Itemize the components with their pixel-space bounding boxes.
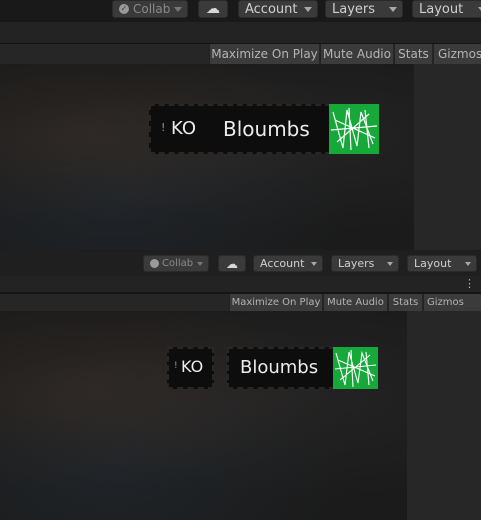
status-text: KO <box>171 118 196 139</box>
layout-dropdown[interactable]: Layout <box>412 0 481 18</box>
editor-panel-top: ✓ Collab ☁ Account Layers Layout Maximiz… <box>0 0 481 250</box>
account-dropdown[interactable]: Account <box>253 255 323 272</box>
mute-audio-button[interactable]: Mute Audio <box>320 44 393 64</box>
stats-button[interactable]: Stats <box>388 294 422 311</box>
scribble-icon <box>330 107 378 151</box>
layout-label: Layout <box>414 257 452 270</box>
account-label: Account <box>260 257 305 270</box>
collab-label: Collab <box>133 2 171 16</box>
gizmos-dropdown[interactable]: Gizmos <box>423 294 481 311</box>
gizmos-dropdown[interactable]: Gizmos <box>433 44 481 64</box>
top-toolbar: ✓ Collab ☁ Account Layers Layout <box>0 0 481 22</box>
layout-dropdown[interactable]: Layout <box>407 255 477 272</box>
check-icon: ✓ <box>119 4 129 14</box>
layers-dropdown[interactable]: Layers <box>331 255 399 272</box>
tab-row <box>0 22 481 44</box>
maximize-on-play-button[interactable]: Maximize On Play <box>209 44 319 64</box>
cloud-button[interactable]: ☁ <box>198 0 228 18</box>
scribble-icon <box>334 349 377 388</box>
indicator-icon: ! <box>174 361 178 371</box>
game-view-toolbar: Maximize On Play Mute Audio Stats Gizmos <box>0 293 481 312</box>
player-hud: Bloumbs <box>227 347 335 389</box>
chevron-down-icon <box>387 261 393 266</box>
player-hud: ! KO Bloumbs <box>149 104 331 154</box>
tab-row: ⋮ <box>0 276 481 293</box>
collab-button[interactable]: ✓ Collab <box>112 0 188 18</box>
chevron-down-icon <box>197 261 203 266</box>
chevron-down-icon <box>311 261 317 266</box>
chevron-down-icon <box>174 6 182 12</box>
status-text: KO <box>181 357 204 376</box>
cloud-button[interactable]: ☁ <box>218 255 246 272</box>
collab-label: Collab <box>162 258 194 269</box>
stats-button[interactable]: Stats <box>394 44 432 64</box>
player-name: Bloumbs <box>223 117 310 141</box>
name-tag-image <box>329 104 379 154</box>
status-hud: ! KO <box>167 347 214 389</box>
name-tag-image <box>333 347 378 389</box>
inspector-pane <box>407 311 481 520</box>
editor-panel-bottom: Collab ☁ Account Layers Layout ⋮ Maximiz… <box>0 252 481 520</box>
more-options-icon[interactable]: ⋮ <box>464 277 475 290</box>
layers-label: Layers <box>338 257 375 270</box>
layers-dropdown[interactable]: Layers <box>325 0 403 18</box>
cloud-icon: ☁ <box>206 1 220 17</box>
layers-label: Layers <box>332 1 376 17</box>
cloud-icon: ☁ <box>226 256 238 271</box>
inspector-pane <box>414 64 481 250</box>
mute-audio-button[interactable]: Mute Audio <box>323 294 387 311</box>
collab-button[interactable]: Collab <box>143 255 209 272</box>
chevron-down-icon <box>465 261 471 266</box>
game-view-toolbar: Maximize On Play Mute Audio Stats Gizmos <box>0 43 481 65</box>
layout-label: Layout <box>419 1 464 17</box>
indicator-icon: ! <box>161 121 166 134</box>
player-name: Bloumbs <box>240 357 319 378</box>
top-toolbar: Collab ☁ Account Layers Layout <box>0 252 481 276</box>
account-dropdown[interactable]: Account <box>238 0 318 18</box>
game-view[interactable]: ! KO Bloumbs <box>0 64 414 250</box>
account-label: Account <box>245 1 298 17</box>
check-icon <box>150 259 159 268</box>
maximize-on-play-button[interactable]: Maximize On Play <box>229 294 322 311</box>
game-view[interactable]: ! KO Bloumbs <box>0 311 407 520</box>
chevron-down-icon <box>304 6 312 12</box>
chevron-down-icon <box>389 6 397 12</box>
